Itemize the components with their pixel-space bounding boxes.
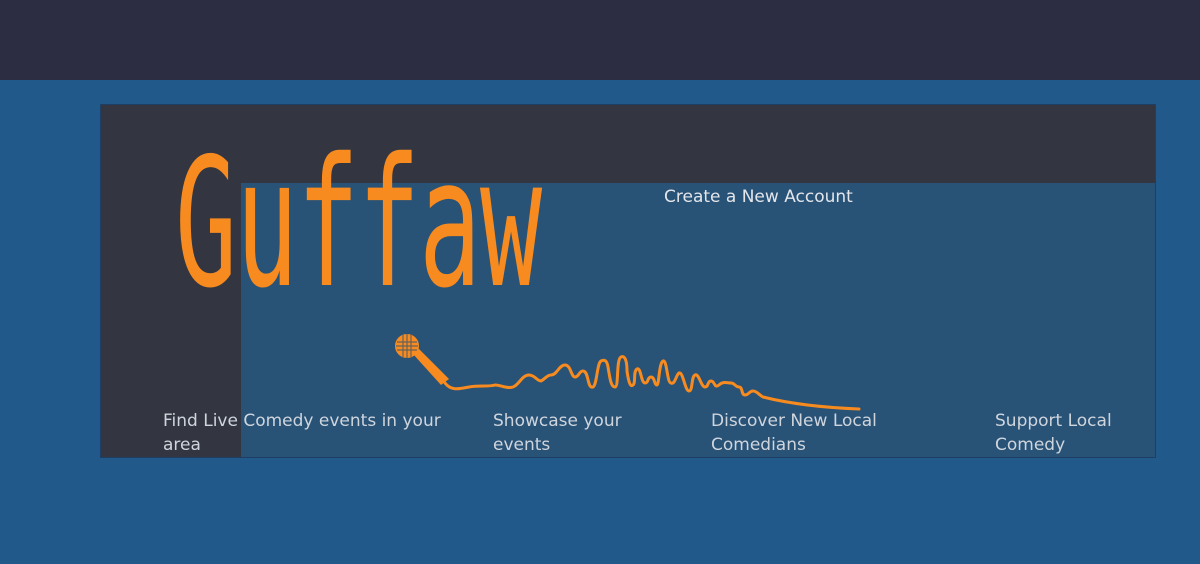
top-nav-bar: [0, 0, 1200, 80]
feature-discover-comedians: Discover New Local Comedians: [711, 411, 877, 455]
feature-support-comedy: Support Local Comedy: [995, 411, 1112, 455]
feature-find-events: Find Live Comedy events in your area: [163, 411, 441, 455]
sound-wave-icon: [443, 355, 861, 411]
feature-showcase-events: Showcase your events: [493, 411, 622, 455]
hero-banner: Guffaw Create a New Account Find Live Co…: [100, 104, 1156, 458]
microphone-icon: [395, 334, 449, 385]
create-account-link[interactable]: Create a New Account: [664, 187, 853, 207]
guffaw-logo: Guffaw: [175, 120, 542, 327]
